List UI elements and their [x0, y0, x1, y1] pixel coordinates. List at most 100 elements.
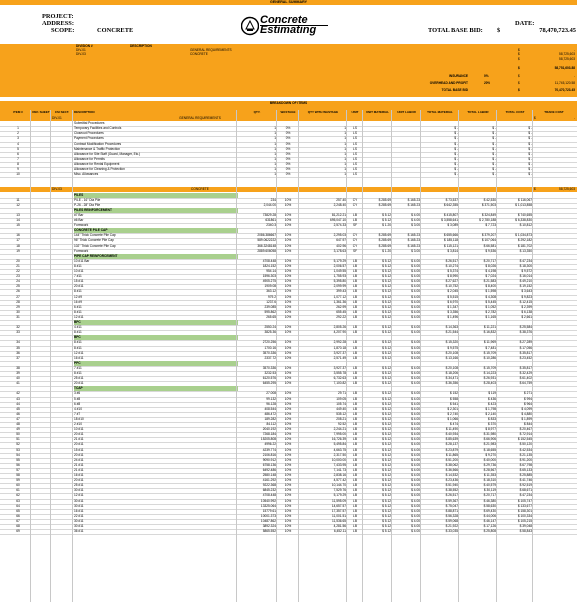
table-cell: 2889.606058	[257, 248, 276, 253]
table-cell: 37	[16, 355, 20, 360]
overhead-profit-val: 11,745,120.58	[554, 81, 575, 85]
column-divider	[276, 110, 277, 602]
table-cell: LB	[353, 355, 357, 360]
summary-div-03: DIV-03	[76, 52, 86, 56]
table-cell: 10%	[284, 529, 292, 534]
column-divider	[30, 110, 31, 602]
table-cell: $ 10,812	[519, 223, 532, 228]
total-base-bid-summary-cur: $	[518, 88, 520, 92]
summary-cur-03: $	[518, 52, 520, 56]
column-divider	[50, 110, 51, 602]
table-cell: $ 16,832	[483, 330, 496, 335]
column-header: QTY.	[253, 110, 261, 114]
table-cell: 10%	[284, 330, 292, 335]
general-summary-title: GENERAL SUMMARY	[0, 0, 577, 5]
table-cell: 1	[274, 172, 276, 177]
table-cell: $ 1,013,858	[515, 202, 532, 207]
table-cell: $ 165.23	[407, 202, 420, 207]
summary-total-cur: $	[518, 66, 520, 70]
table-cell: 10%	[284, 314, 292, 319]
table-cell: 2,248.40	[333, 202, 346, 207]
column-header: TOTAL LABOR	[467, 110, 489, 114]
column-divider	[420, 110, 421, 602]
table-cell: $ 1.20	[382, 223, 391, 228]
column-divider	[496, 110, 497, 602]
table-cell: 12	[16, 202, 20, 207]
column-header: UNIT	[351, 110, 359, 114]
summary-subtotal-cur: $	[518, 57, 520, 61]
table-cell: LB	[353, 381, 357, 386]
table-cell: $ 3,814	[447, 248, 458, 253]
column-header: UNIT LABOR	[397, 110, 416, 114]
table-cell: $ 33,035	[445, 529, 458, 534]
column-divider	[391, 110, 392, 602]
table-cell: $ 23,452	[519, 355, 532, 360]
table-cell: 7,100.82	[333, 381, 346, 386]
table-cell: $ 371,503	[481, 202, 496, 207]
table-cell: $ 4.00	[411, 330, 420, 335]
table-cell: $ 2,661	[521, 314, 532, 319]
date-label: DATE:	[515, 20, 535, 27]
column-header: UNIT MATERIAL	[365, 110, 390, 114]
total-base-bid-summary-label: TOTAL BASE BID	[441, 88, 468, 92]
table-cell: 292.22	[336, 314, 346, 319]
table-cell: SF	[352, 223, 358, 228]
column-divider	[346, 110, 347, 602]
table-cell: LB	[353, 330, 357, 335]
table-cell: 10	[16, 172, 20, 177]
column-header: WASTAGE	[280, 110, 296, 114]
table-cell: 10%	[284, 248, 292, 253]
overhead-profit-cur: $	[518, 81, 520, 85]
column-header: CSI SECT.	[54, 110, 70, 114]
logo-mark-icon	[241, 16, 259, 36]
breakdown-title: BREAKDOWN OF ITEMS	[269, 101, 308, 105]
table-cell: 10%	[284, 202, 292, 207]
table-cell: $ 58,843	[519, 529, 532, 534]
summary-subtotal: 58,725,603	[559, 57, 575, 61]
column-divider	[298, 110, 299, 602]
overhead-profit-pct: 20%	[484, 81, 491, 85]
table-cell: 33	[16, 330, 20, 335]
table-cell: 6,452.11	[333, 529, 346, 534]
table-cell: $ 642,355	[443, 202, 458, 207]
table-cell: 69	[16, 529, 20, 534]
table-cell: LB	[353, 314, 357, 319]
table-cell: 3,178.63	[333, 248, 346, 253]
project-label: PROJECT:	[42, 13, 74, 20]
table-cell: 15	[16, 223, 20, 228]
logo-text-estimating: Estimating	[260, 24, 317, 36]
table-cell: $ 285.69	[378, 202, 391, 207]
table-cell: $ 5.12	[382, 381, 391, 386]
total-base-bid-summary-val: 70,470,723.45	[554, 88, 575, 92]
table-cell: 2337.72	[264, 355, 276, 360]
summary-desc-03: CONCRETE	[190, 52, 208, 56]
table-cell: $ 4.00	[411, 314, 420, 319]
insurance-pct: 0%	[484, 74, 489, 78]
table-cell: 265.65	[266, 314, 276, 319]
column-header: ITEM #	[13, 110, 23, 114]
table-cell: $ 36,356	[445, 381, 458, 386]
table-cell: $ 3.00	[411, 248, 420, 253]
table-cell: $ 1.20	[382, 248, 391, 253]
table-cell: $ -	[528, 172, 532, 177]
table-cell: $ -	[454, 172, 458, 177]
table-cell: 36 #11	[74, 529, 84, 534]
table-cell: 41	[16, 381, 20, 386]
table-cell: 2340.3	[266, 223, 276, 228]
table-cell: $ 64,759	[519, 381, 532, 386]
column-header: REF. SHEET	[32, 110, 50, 114]
total-base-bid-label: TOTAL BASE BID:	[428, 27, 483, 34]
table-cell: $ 7,723	[485, 223, 496, 228]
table-cell: 2,571.49	[333, 355, 346, 360]
table-cell: 2,574.33	[333, 223, 346, 228]
table-cell: $ 4.00	[411, 381, 420, 386]
column-header: QTY WITH WASTAGE	[307, 110, 339, 114]
table-cell: 10%	[284, 355, 292, 360]
insurance-label: INSURANCE	[449, 74, 468, 78]
table-cell: 58,725,603	[559, 187, 575, 192]
table-cell: $ 1,496	[447, 314, 458, 319]
column-divider	[236, 110, 237, 602]
description-header: DESCRIPTION	[130, 44, 152, 48]
table-cell: $ 3,089	[447, 223, 458, 228]
company-logo: Concrete Estimating	[241, 14, 329, 38]
